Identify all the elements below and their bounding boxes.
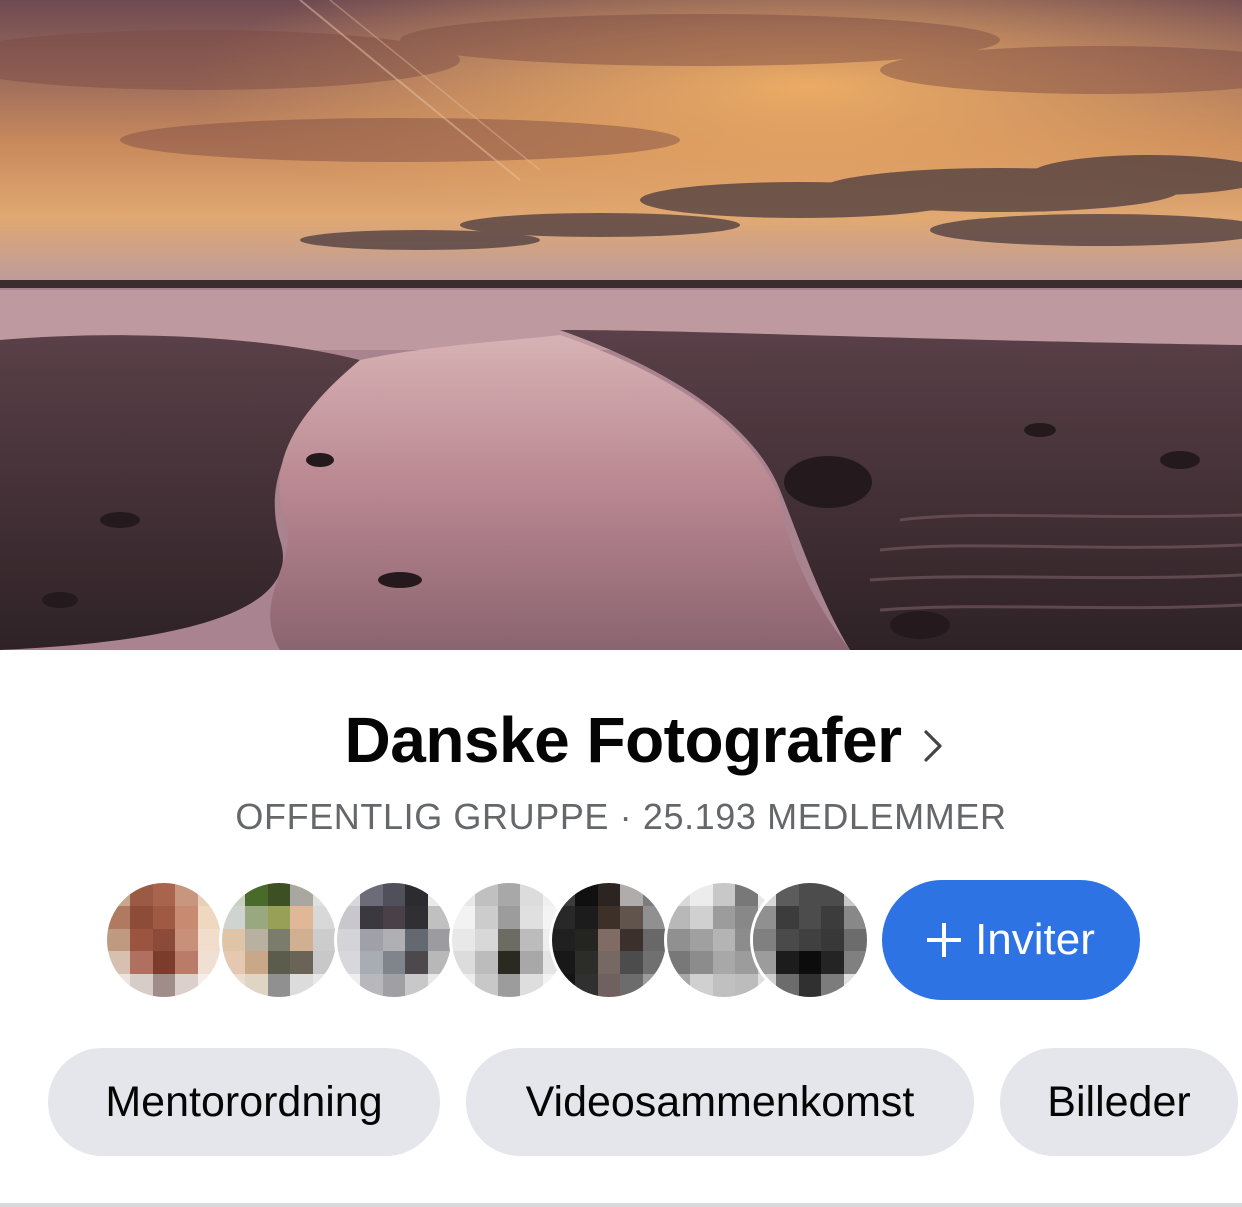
avatar[interactable] bbox=[549, 880, 669, 1000]
member-avatars[interactable] bbox=[104, 880, 870, 1000]
invite-button[interactable]: Inviter bbox=[882, 880, 1140, 1000]
avatar[interactable] bbox=[104, 880, 224, 1000]
divider bbox=[0, 1203, 1242, 1207]
chip-mentorordning[interactable]: Mentorordning bbox=[48, 1048, 440, 1156]
avatar[interactable] bbox=[334, 880, 454, 1000]
tag-chips: Mentorordning Videosammenkomst Billeder bbox=[48, 1048, 1238, 1156]
avatar[interactable] bbox=[750, 880, 870, 1000]
group-name[interactable]: Danske Fotografer bbox=[345, 703, 902, 777]
plus-icon bbox=[927, 923, 962, 957]
chevron-right-icon[interactable] bbox=[923, 729, 943, 763]
group-meta: OFFENTLIG GRUPPE · 25.193 MEDLEMMER bbox=[235, 796, 1007, 837]
avatar[interactable] bbox=[219, 880, 339, 1000]
chip-videosammenkomst[interactable]: Videosammenkomst bbox=[466, 1048, 974, 1156]
chip-billeder[interactable]: Billeder bbox=[1000, 1048, 1238, 1156]
cover-photo[interactable] bbox=[0, 0, 1242, 650]
invite-button-label: Inviter bbox=[975, 915, 1095, 964]
group-title-row[interactable]: Danske Fotografer bbox=[0, 698, 1242, 782]
